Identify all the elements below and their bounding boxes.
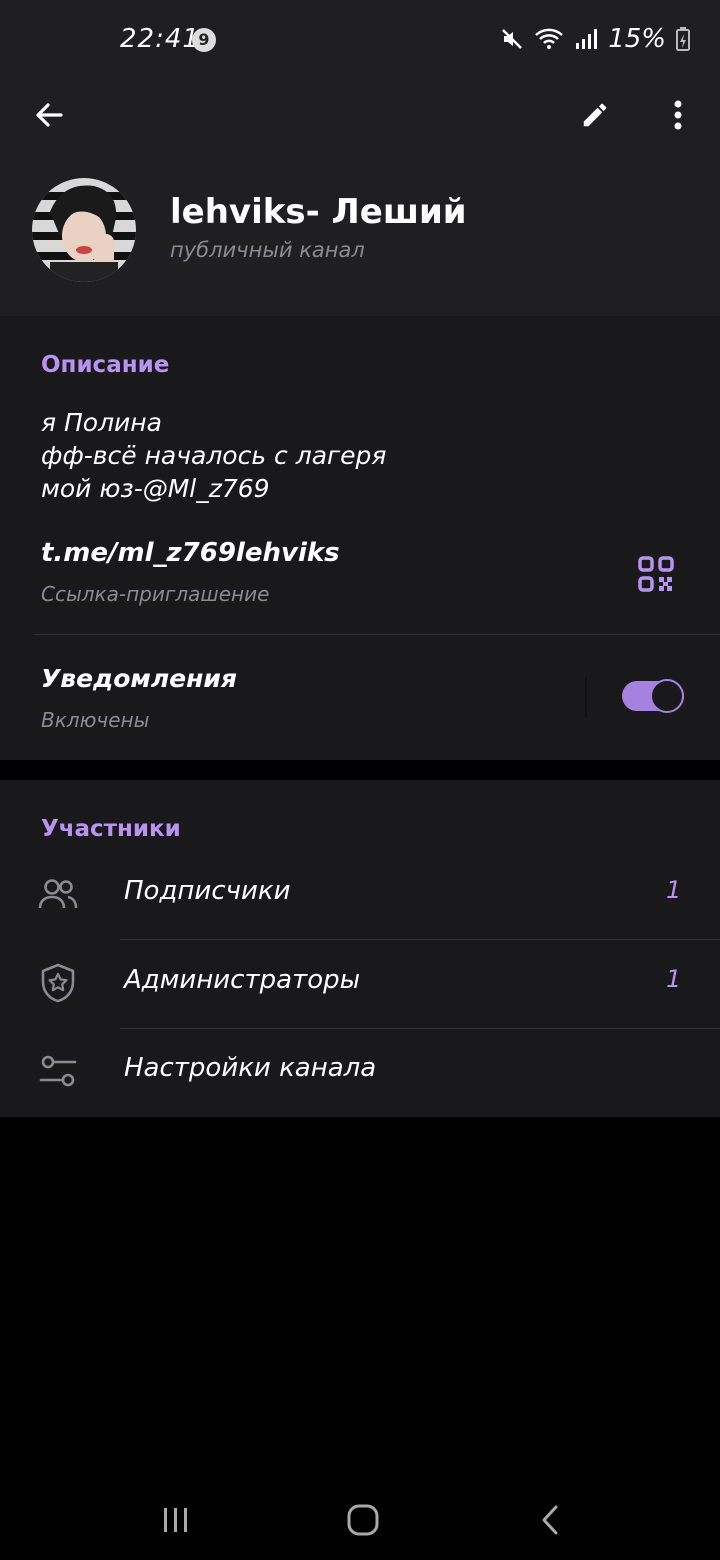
wifi-icon bbox=[535, 28, 564, 49]
administrators-count: 1 bbox=[666, 965, 682, 993]
mute-icon bbox=[502, 29, 523, 49]
status-icons: 15% bbox=[500, 24, 690, 54]
home-icon bbox=[347, 1504, 379, 1536]
qr-code-button[interactable] bbox=[638, 556, 674, 592]
divider bbox=[34, 634, 720, 635]
subscribers-label: Подписчики bbox=[124, 876, 291, 906]
invite-link[interactable]: t.me/ml_z769lehviks bbox=[41, 538, 340, 568]
header-area: 22:41 9 15% lehviks- Леший публичный кан… bbox=[0, 0, 720, 316]
system-nav-bar bbox=[0, 1480, 720, 1560]
app-bar bbox=[0, 80, 720, 150]
separator bbox=[585, 678, 587, 718]
description-line: мой юз-@Ml_z769 bbox=[41, 474, 270, 503]
toggle-knob bbox=[650, 679, 684, 713]
subscribers-row[interactable]: Подписчики 1 bbox=[0, 850, 720, 938]
channel-settings-label: Настройки канала bbox=[124, 1053, 377, 1083]
status-bar: 22:41 9 15% bbox=[0, 0, 720, 80]
system-back-button[interactable] bbox=[525, 1498, 575, 1542]
notifications-toggle[interactable] bbox=[622, 679, 684, 713]
notification-count-badge: 9 bbox=[192, 28, 216, 52]
recent-apps-button[interactable] bbox=[151, 1498, 201, 1542]
notifications-state: Включены bbox=[41, 708, 150, 732]
members-card: Участники Подписчики 1 Администраторы 1 bbox=[0, 780, 720, 1117]
channel-title: lehviks- Леший bbox=[170, 192, 467, 232]
chevron-left-icon bbox=[542, 1505, 558, 1535]
administrators-label: Администраторы bbox=[124, 965, 361, 995]
status-time: 22:41 bbox=[120, 24, 200, 54]
more-vertical-icon bbox=[674, 100, 682, 130]
channel-settings-row[interactable]: Настройки канала bbox=[0, 1027, 720, 1115]
notifications-label[interactable]: Уведомления bbox=[41, 664, 237, 693]
administrators-row[interactable]: Администраторы 1 bbox=[0, 939, 720, 1027]
arrow-left-icon bbox=[36, 103, 63, 127]
battery-icon bbox=[676, 27, 690, 51]
channel-description[interactable]: я Полина фф-всё началось с лагеря мой юз… bbox=[41, 406, 386, 505]
avatar-photo bbox=[32, 178, 136, 282]
channel-profile: lehviks- Леший публичный канал bbox=[0, 150, 720, 316]
qr-code-icon bbox=[638, 556, 674, 592]
avatar[interactable] bbox=[32, 178, 136, 282]
members-heading: Участники bbox=[41, 816, 181, 842]
battery-percent: 15% bbox=[608, 24, 666, 54]
pencil-icon bbox=[583, 103, 607, 127]
people-icon bbox=[36, 872, 80, 916]
subscribers-count: 1 bbox=[666, 876, 682, 904]
signal-icon bbox=[576, 29, 598, 49]
shield-star-icon bbox=[36, 961, 80, 1005]
home-button[interactable] bbox=[338, 1498, 388, 1542]
recent-apps-icon bbox=[164, 1508, 187, 1532]
more-options-button[interactable] bbox=[655, 92, 701, 138]
sliders-icon bbox=[36, 1049, 80, 1093]
edit-button[interactable] bbox=[572, 92, 618, 138]
invite-link-label: Ссылка-приглашение bbox=[41, 582, 270, 606]
info-card: Описание я Полина фф-всё началось с лаге… bbox=[0, 316, 720, 760]
description-line: я Полина bbox=[41, 408, 162, 437]
channel-type: публичный канал bbox=[170, 238, 365, 262]
back-button[interactable] bbox=[26, 92, 72, 138]
description-heading: Описание bbox=[41, 352, 170, 378]
description-line: фф-всё началось с лагеря bbox=[41, 441, 387, 470]
